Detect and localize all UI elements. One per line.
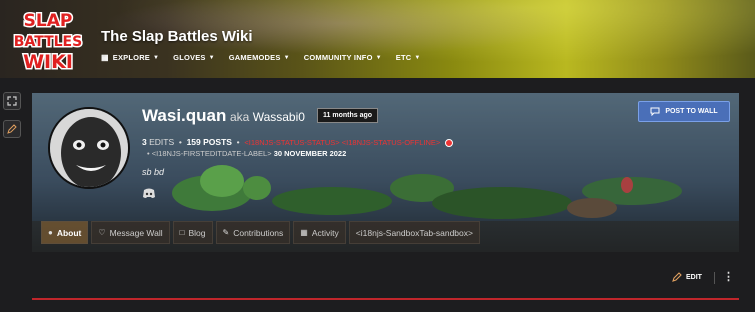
site-title[interactable]: The Slap Battles Wiki: [101, 28, 253, 45]
divider: [714, 272, 715, 284]
svg-text:BATTLES: BATTLES: [14, 34, 82, 50]
grid-icon: ▦: [300, 228, 308, 237]
tab-about[interactable]: ● About: [41, 221, 89, 244]
svg-text:WIKI: WIKI: [23, 51, 73, 72]
profile-stats: 3 EDITS • 159 POSTS • <I18NJS-STATUS-STA…: [142, 137, 453, 147]
svg-text:SLAP: SLAP: [24, 11, 73, 31]
chevron-down-icon: ▼: [283, 54, 290, 61]
site-header: SLAP BATTLES WIKI The Slap Battles Wiki …: [0, 0, 755, 78]
pencil-icon: [672, 272, 682, 282]
nav-gloves[interactable]: GLOVES ▼: [173, 53, 215, 62]
message-icon: [650, 107, 660, 116]
profile-tabs: ● About ♡ Message Wall □ Blog ✎ Contribution…: [41, 221, 483, 244]
account-age-badge: 11 months ago: [317, 108, 379, 123]
post-to-wall-button[interactable]: POST TO WALL: [638, 101, 730, 122]
user-icon: ●: [48, 228, 53, 237]
aka-text: aka Wassabi0: [230, 110, 305, 124]
chevron-down-icon: ▼: [375, 54, 382, 61]
nav-gamemodes[interactable]: GAMEMODES ▼: [229, 53, 290, 62]
nav-explore[interactable]: ▦ EXPLORE ▼: [101, 53, 159, 62]
more-options-icon[interactable]: ⋮: [723, 270, 734, 283]
expand-icon: [7, 96, 17, 106]
tab-activity[interactable]: ▦ Activity: [293, 221, 346, 244]
pencil-icon: ✎: [222, 228, 230, 237]
avatar[interactable]: [48, 107, 130, 189]
edit-button[interactable]: EDIT: [672, 272, 702, 282]
first-edit-line: • <I18NJS-FIRSTEDITDATE-LABEL> 30 NOVEMB…: [147, 149, 347, 158]
content-divider: [32, 298, 739, 300]
tab-blog[interactable]: □ Blog: [172, 221, 213, 244]
offline-status-icon: [444, 138, 453, 147]
chevron-down-icon: ▼: [153, 54, 160, 61]
edit-sidebar-button[interactable]: [3, 120, 21, 138]
nav-etc[interactable]: ETC ▼: [396, 53, 421, 62]
pencil-icon: [7, 124, 17, 134]
top-nav: ▦ EXPLORE ▼ GLOVES ▼ GAMEMODES ▼ COMMUNITY …: [101, 53, 435, 62]
status-text: <I18NJS-STATUS-STATUS> <I18NJS-STATUS-OF…: [244, 138, 441, 147]
heart-icon: ♡: [98, 228, 106, 237]
chevron-down-icon: ▼: [414, 54, 421, 61]
profile-username: Wasi.quan: [142, 106, 227, 125]
chevron-down-icon: ▼: [208, 54, 215, 61]
tab-sandbox[interactable]: <i18njs-SandboxTab-sandbox>: [348, 221, 480, 244]
expand-button[interactable]: [3, 92, 21, 110]
discord-icon[interactable]: [142, 186, 156, 204]
book-icon: ▦: [101, 53, 109, 62]
profile-bio: sb bd: [142, 167, 165, 177]
blog-icon: □: [179, 228, 185, 237]
aka-name: Wassabi0: [252, 110, 305, 124]
nav-community-info[interactable]: COMMUNITY INFO ▼: [304, 53, 382, 62]
site-logo[interactable]: SLAP BATTLES WIKI: [8, 6, 88, 73]
profile-masthead: Wasi.quan aka Wassabi0 11 months ago POS…: [32, 93, 739, 252]
tab-message-wall[interactable]: ♡ Message Wall: [91, 221, 170, 244]
tab-contributions[interactable]: ✎ Contributions: [215, 221, 291, 244]
